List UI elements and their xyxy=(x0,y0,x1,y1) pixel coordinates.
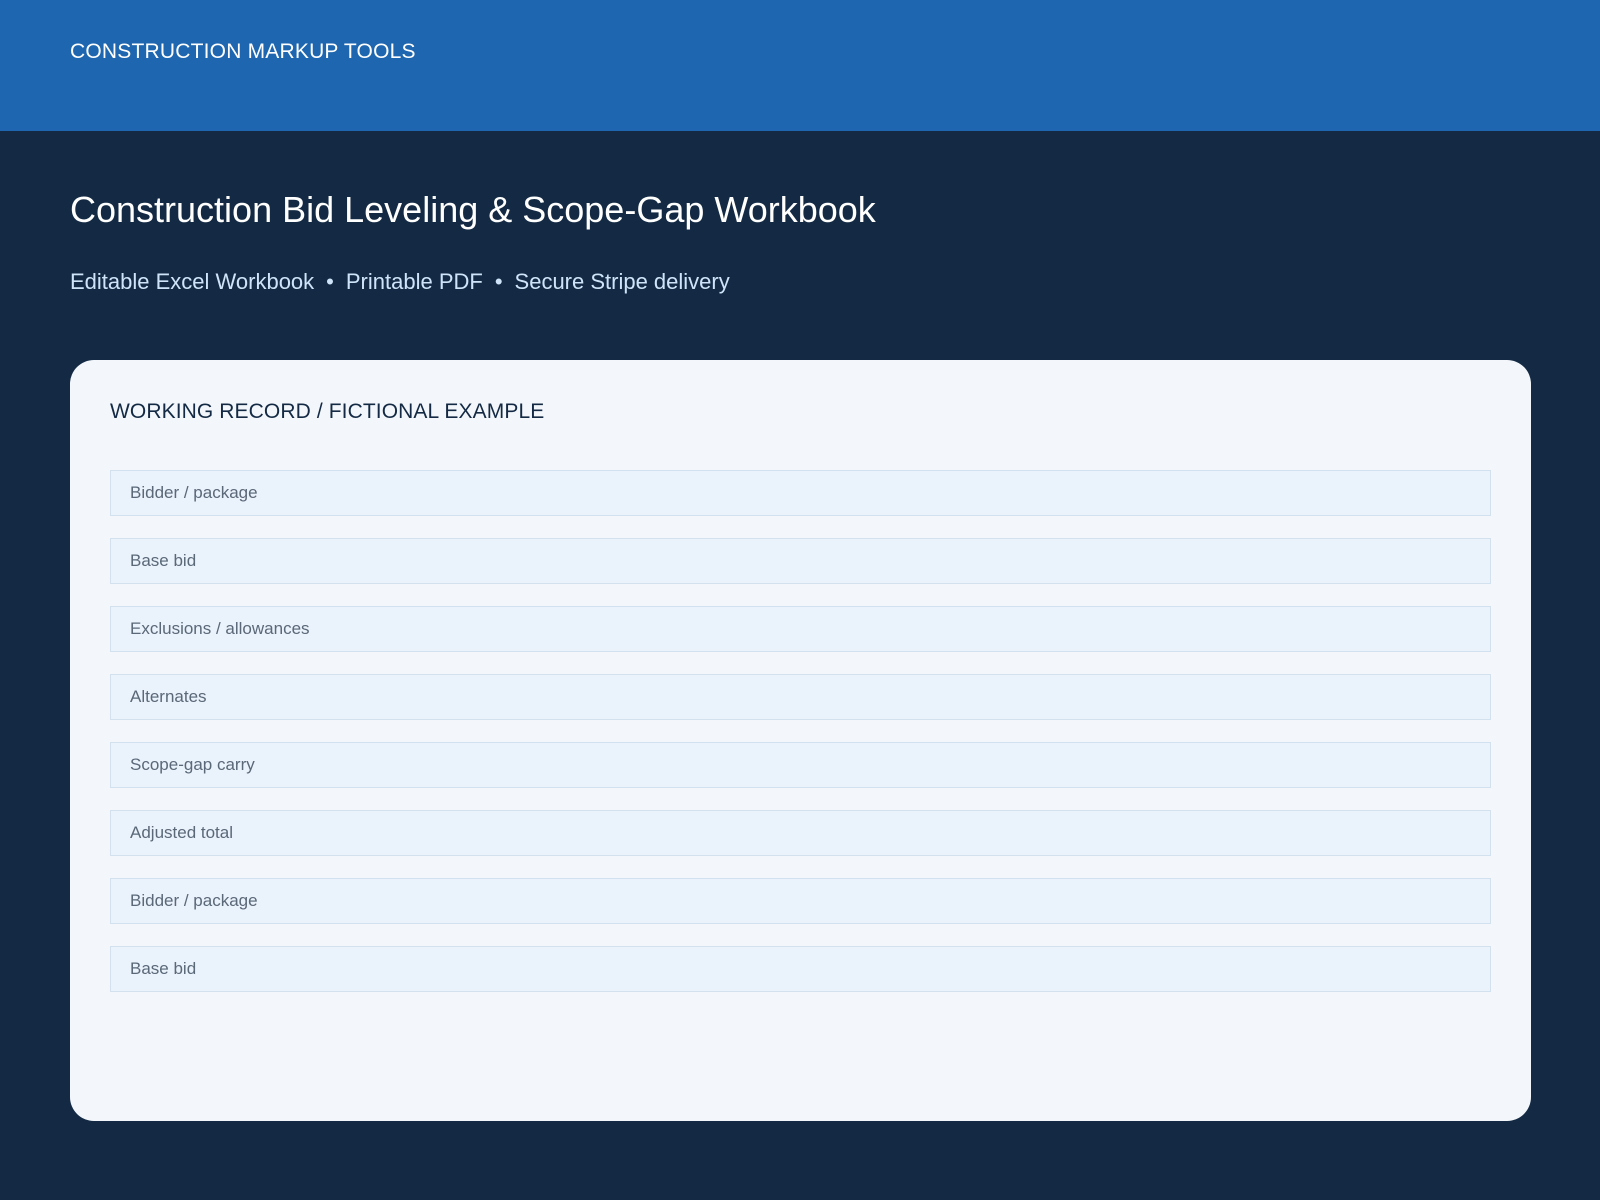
record-row-label: Adjusted total xyxy=(130,823,234,842)
record-row: Scope-gap carry xyxy=(110,742,1491,788)
feature-excel-workbook: Editable Excel Workbook xyxy=(70,269,315,294)
feature-stripe-delivery: Secure Stripe delivery xyxy=(514,269,730,294)
record-row-label: Exclusions / allowances xyxy=(130,619,310,638)
record-row-label: Base bid xyxy=(130,551,197,570)
record-row-list: Bidder / package Base bid Exclusions / a… xyxy=(110,470,1491,1014)
record-row: Base bid xyxy=(110,538,1491,584)
feature-list: Editable Excel Workbook • Printable PDF • Se… xyxy=(70,268,730,296)
record-row: Base bid xyxy=(110,946,1491,992)
record-row-label: Alternates xyxy=(130,687,207,706)
record-row: Alternates xyxy=(110,674,1491,720)
record-row: Bidder / package xyxy=(110,470,1491,516)
record-row-label: Bidder / package xyxy=(130,483,258,502)
feature-printable-pdf: Printable PDF xyxy=(345,269,483,294)
working-record-card: WORKING RECORD / FICTIONAL EXAMPLE Bidde… xyxy=(70,360,1531,1121)
record-row-label: Scope-gap carry xyxy=(130,755,255,774)
record-row: Exclusions / allowances xyxy=(110,606,1491,652)
brand-name[interactable]: CONSTRUCTION MARKUP TOOLS xyxy=(70,40,416,64)
top-header-bar: CONSTRUCTION MARKUP TOOLS xyxy=(0,0,1600,131)
feature-separator: • xyxy=(326,269,334,294)
record-row: Adjusted total xyxy=(110,810,1491,856)
record-row: Bidder / package xyxy=(110,878,1491,924)
card-heading: WORKING RECORD / FICTIONAL EXAMPLE xyxy=(110,400,545,423)
record-row-label: Bidder / package xyxy=(130,891,258,910)
record-row-label: Base bid xyxy=(130,959,197,978)
feature-separator: • xyxy=(494,269,503,294)
page-title: Construction Bid Leveling & Scope-Gap Wo… xyxy=(70,189,876,230)
